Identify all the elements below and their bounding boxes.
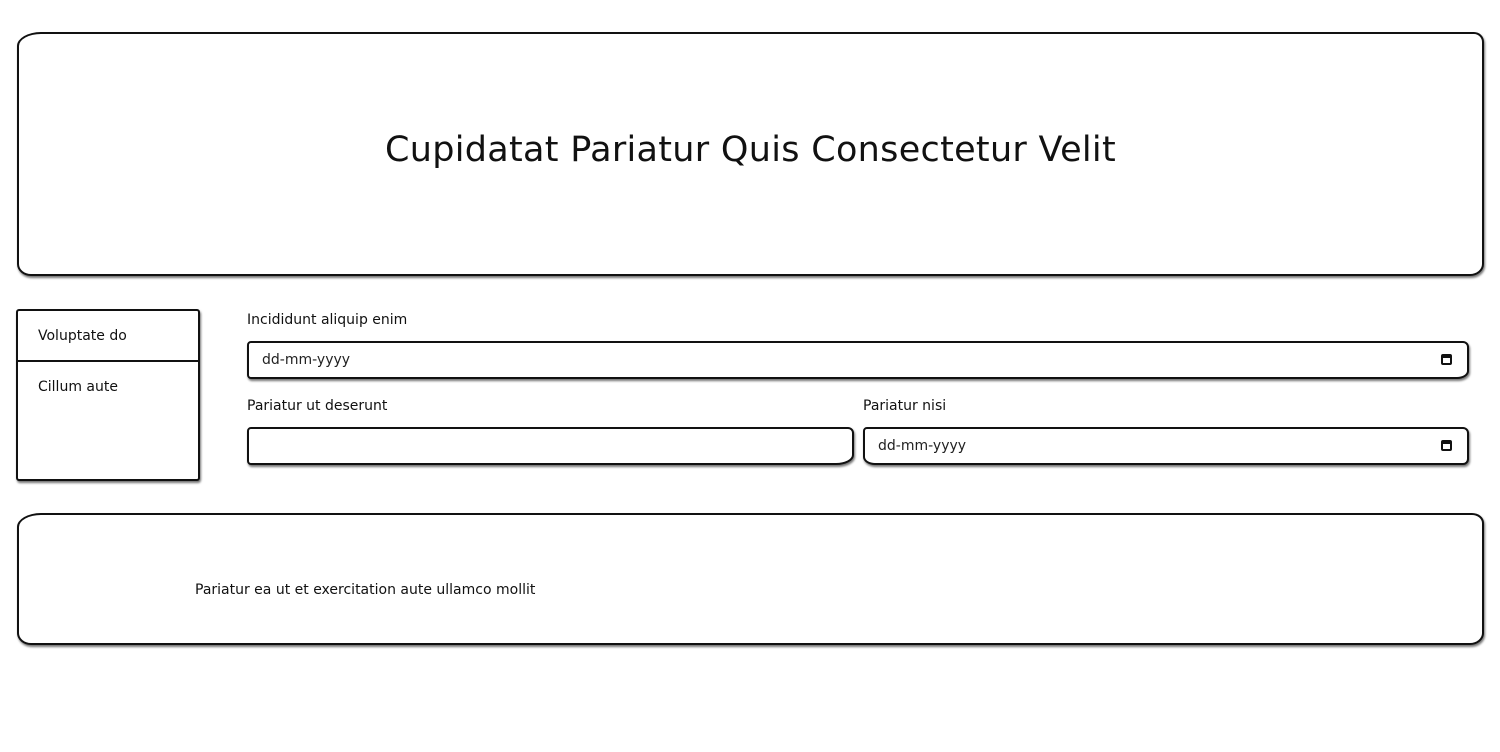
sidebar-item-cillum-aute[interactable]: Cillum aute: [18, 360, 198, 411]
date-field-3[interactable]: dd-mm-yyyy: [863, 427, 1469, 465]
date-field-3-placeholder: dd-mm-yyyy: [878, 438, 967, 454]
calendar-icon[interactable]: [1441, 354, 1452, 365]
page-header: Cupidatat Pariatur Quis Consectetur Veli…: [17, 32, 1484, 276]
sidebar: Voluptate do Cillum aute: [16, 309, 200, 481]
text-field-2-label: Pariatur ut deserunt: [247, 398, 388, 414]
text-field-2[interactable]: [247, 427, 854, 465]
sidebar-item-voluptate-do[interactable]: Voluptate do: [18, 311, 198, 360]
page-footer: Pariatur ea ut et exercitation aute ulla…: [17, 513, 1484, 645]
calendar-icon[interactable]: [1441, 440, 1452, 451]
page-title: Cupidatat Pariatur Quis Consectetur Veli…: [385, 130, 1116, 170]
footer-text: Pariatur ea ut et exercitation aute ulla…: [195, 582, 536, 598]
date-field-1-label: Incididunt aliquip enim: [247, 312, 408, 328]
date-field-1[interactable]: dd-mm-yyyy: [247, 341, 1469, 379]
date-field-1-placeholder: dd-mm-yyyy: [262, 352, 351, 368]
date-field-3-label: Pariatur nisi: [863, 398, 947, 414]
